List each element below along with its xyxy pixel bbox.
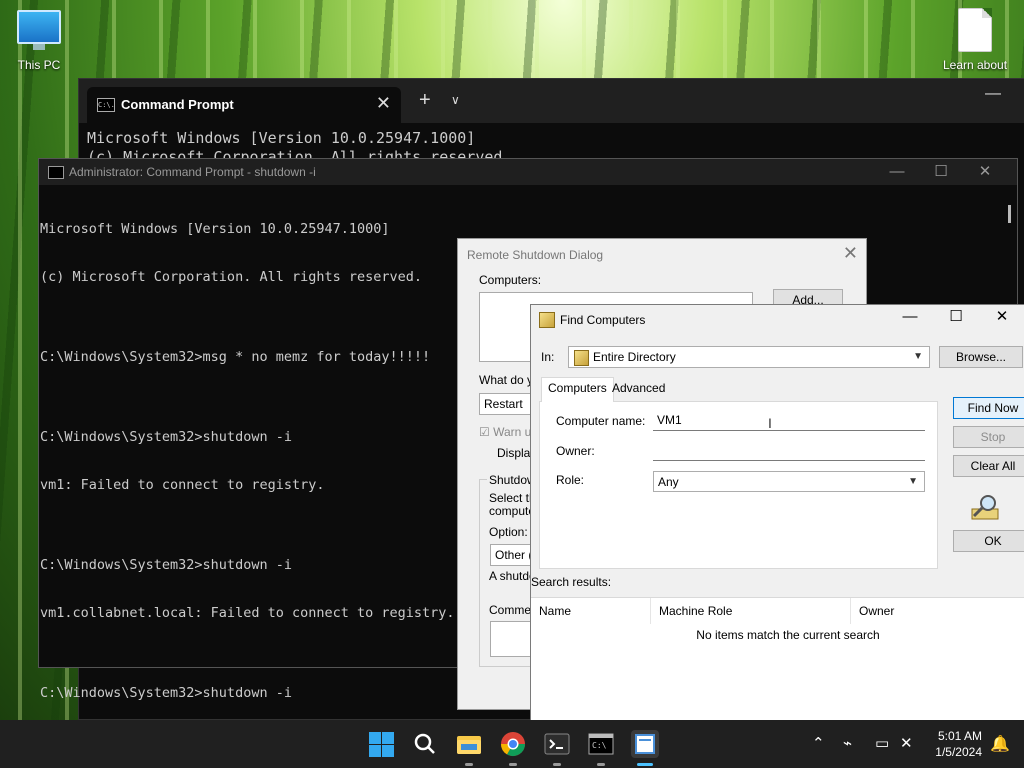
computer-name-label: Computer name: <box>556 414 646 428</box>
admin-cmd-titlebar[interactable]: Administrator: Command Prompt - shutdown… <box>39 159 1017 185</box>
taskbar: C:\ ⌃ ⌁ ▭ ✕ 5:01 AM 1/5/2024 🔔 <box>0 720 1024 768</box>
ok-button[interactable]: OK <box>953 530 1024 552</box>
new-tab-icon[interactable]: + <box>419 89 431 112</box>
desktop-icon-learn-about[interactable]: Learn about <box>940 8 1010 72</box>
clock-date: 1/5/2024 <box>935 745 982 759</box>
search-results-list[interactable]: Name Machine Role Owner No items match t… <box>531 597 1024 720</box>
chevron-down-icon: ▼ <box>908 476 918 487</box>
directory-icon <box>574 350 589 366</box>
remote-shutdown-icon <box>635 734 655 754</box>
maximize-icon[interactable]: ☐ <box>919 162 963 180</box>
display-label: Displa <box>497 446 531 460</box>
column-header-machine-role[interactable]: Machine Role <box>651 598 851 624</box>
text-cursor-icon: I <box>768 415 772 431</box>
close-icon[interactable]: ✕ <box>843 243 858 264</box>
action-label: What do y <box>479 373 534 387</box>
search-results-label: Search results: <box>531 575 612 589</box>
option-label: Option: <box>489 525 528 539</box>
remote-shutdown-button[interactable] <box>631 730 659 766</box>
minimize-icon[interactable]: — <box>887 308 933 325</box>
monitor-icon[interactable]: ▭ <box>875 734 889 752</box>
owner-input[interactable] <box>653 440 925 461</box>
role-label: Role: <box>556 473 585 487</box>
select-text: Select th <box>489 491 536 505</box>
maximize-icon[interactable]: ☐ <box>933 307 979 325</box>
shutdown-text: A shutdo <box>489 569 536 583</box>
computers-label: Computers: <box>479 273 542 287</box>
close-icon[interactable]: ✕ <box>963 162 1007 180</box>
start-button[interactable] <box>367 730 395 758</box>
computer-name-input[interactable]: VM1 <box>653 411 925 431</box>
owner-label: Owner: <box>556 444 595 458</box>
tab-command-prompt[interactable]: C:\. Command Prompt ✕ <box>87 87 401 123</box>
dialog-title: Find Computers <box>560 313 646 327</box>
chevron-up-icon[interactable]: ⌃ <box>812 734 825 752</box>
monitor-icon <box>17 10 61 50</box>
terminal-line: Microsoft Windows [Version 10.0.25947.10… <box>87 129 476 147</box>
tab-advanced[interactable]: Advanced <box>606 378 671 398</box>
command-prompt-icon: C:\. <box>97 98 115 112</box>
column-header-name[interactable]: Name <box>531 598 651 624</box>
search-button[interactable] <box>411 730 439 758</box>
search-animation-icon <box>971 495 999 520</box>
find-now-button[interactable]: Find Now <box>953 397 1024 419</box>
chrome-button[interactable] <box>499 730 527 766</box>
notification-bell-icon[interactable]: 🔔 <box>990 734 1010 754</box>
stop-button[interactable]: Stop <box>953 426 1024 448</box>
role-select[interactable]: Any ▼ <box>653 471 925 492</box>
desktop-icon-this-pc[interactable]: This PC <box>4 10 74 72</box>
search-icon <box>414 733 435 754</box>
volume-icon[interactable]: ✕ <box>900 734 913 752</box>
select-text: compute <box>489 504 536 518</box>
clock[interactable]: 5:01 AM 1/5/2024 <box>935 728 982 760</box>
in-value: Entire Directory <box>593 350 676 364</box>
find-computers-dialog: Find Computers — ☐ ✕ In: Entire Directory … <box>530 304 1024 720</box>
file-explorer-button[interactable] <box>455 730 483 766</box>
warn-users-checkbox[interactable]: ☑ Warn u <box>479 425 531 439</box>
close-icon[interactable]: ✕ <box>979 307 1024 325</box>
window-title: Administrator: Command Prompt - shutdown… <box>69 165 316 179</box>
svg-text:C:\: C:\ <box>592 741 607 750</box>
command-prompt-icon <box>48 166 64 179</box>
console-line: Microsoft Windows [Version 10.0.25947.10… <box>40 221 390 237</box>
in-select[interactable]: Entire Directory ▼ <box>568 346 930 368</box>
minimize-icon[interactable]: — <box>875 163 919 180</box>
browse-button[interactable]: Browse... <box>939 346 1023 368</box>
chrome-icon <box>501 732 525 757</box>
chevron-down-icon: ▼ <box>913 351 923 362</box>
minimize-icon[interactable]: — <box>985 85 1001 103</box>
terminal-tabbar: C:\. Command Prompt ✕ + ∨ — <box>79 79 1024 123</box>
terminal-icon <box>544 733 570 755</box>
dialog-title: Remote Shutdown Dialog <box>467 248 604 262</box>
document-icon <box>958 8 992 52</box>
network-icon[interactable]: ⌁ <box>843 734 852 752</box>
scrollbar[interactable] <box>1008 205 1011 223</box>
tab-title: Command Prompt <box>121 97 234 112</box>
clear-all-button[interactable]: Clear All <box>953 455 1024 477</box>
column-header-owner[interactable]: Owner <box>851 598 1024 624</box>
role-value: Any <box>658 475 679 489</box>
command-prompt-icon: C:\ <box>588 733 614 755</box>
clock-time: 5:01 AM <box>937 729 982 743</box>
command-prompt-button[interactable]: C:\ <box>587 730 615 766</box>
desktop: This PC Learn about C:\. Command Prompt … <box>0 0 1024 720</box>
directory-icon <box>539 312 555 328</box>
desktop-icon-label: This PC <box>17 58 61 72</box>
warn-label: Warn u <box>493 425 532 439</box>
desktop-icon-label: Learn about <box>942 58 1008 72</box>
file-explorer-icon <box>457 736 481 754</box>
chevron-down-icon[interactable]: ∨ <box>451 93 460 107</box>
in-label: In: <box>541 350 555 364</box>
close-icon[interactable]: ✕ <box>376 93 391 114</box>
tab-computers[interactable]: Computers <box>541 377 614 402</box>
empty-results-message: No items match the current search <box>696 628 880 642</box>
terminal-button[interactable] <box>543 730 571 766</box>
